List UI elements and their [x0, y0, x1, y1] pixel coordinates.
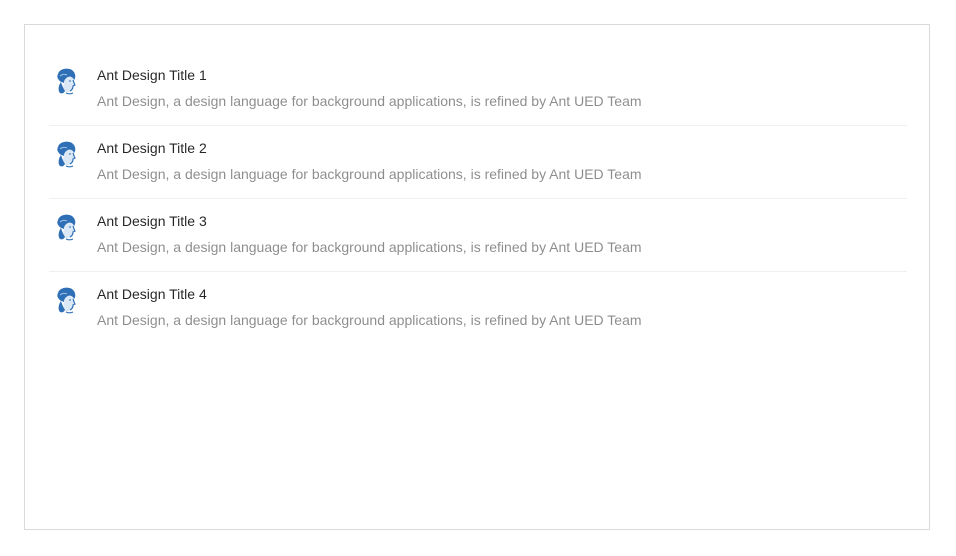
- user-avatar-icon: [49, 65, 81, 97]
- list-item-description: Ant Design, a design language for backgr…: [97, 239, 642, 255]
- list-item-title: Ant Design Title 1: [97, 67, 207, 83]
- list-item: Ant Design Title 4 Ant Design, a design …: [49, 272, 907, 345]
- list-item: Ant Design Title 2 Ant Design, a design …: [49, 126, 907, 199]
- user-avatar-icon: [49, 211, 81, 243]
- list-item: Ant Design Title 1 Ant Design, a design …: [49, 53, 907, 126]
- list-item-description: Ant Design, a design language for backgr…: [97, 166, 642, 182]
- avatar-face-icon: [57, 287, 77, 314]
- list-item-title: Ant Design Title 4: [97, 286, 207, 302]
- avatar-face-icon: [57, 68, 77, 95]
- list-item-meta: Ant Design Title 4 Ant Design, a design …: [97, 284, 642, 331]
- avatar-face-icon: [57, 141, 77, 168]
- list-item-description: Ant Design, a design language for backgr…: [97, 93, 642, 109]
- list-item-meta: Ant Design Title 3 Ant Design, a design …: [97, 211, 642, 258]
- list-item-meta: Ant Design Title 1 Ant Design, a design …: [97, 65, 642, 112]
- list-item-title: Ant Design Title 3: [97, 213, 207, 229]
- avatar-face-icon: [57, 214, 77, 241]
- item-list: Ant Design Title 1 Ant Design, a design …: [49, 53, 907, 345]
- list-item-meta: Ant Design Title 2 Ant Design, a design …: [97, 138, 642, 185]
- list-item-title: Ant Design Title 2: [97, 140, 207, 156]
- list-item-description: Ant Design, a design language for backgr…: [97, 312, 642, 328]
- user-avatar-icon: [49, 284, 81, 316]
- list-item: Ant Design Title 3 Ant Design, a design …: [49, 199, 907, 272]
- user-avatar-icon: [49, 138, 81, 170]
- list-container: Ant Design Title 1 Ant Design, a design …: [24, 24, 930, 530]
